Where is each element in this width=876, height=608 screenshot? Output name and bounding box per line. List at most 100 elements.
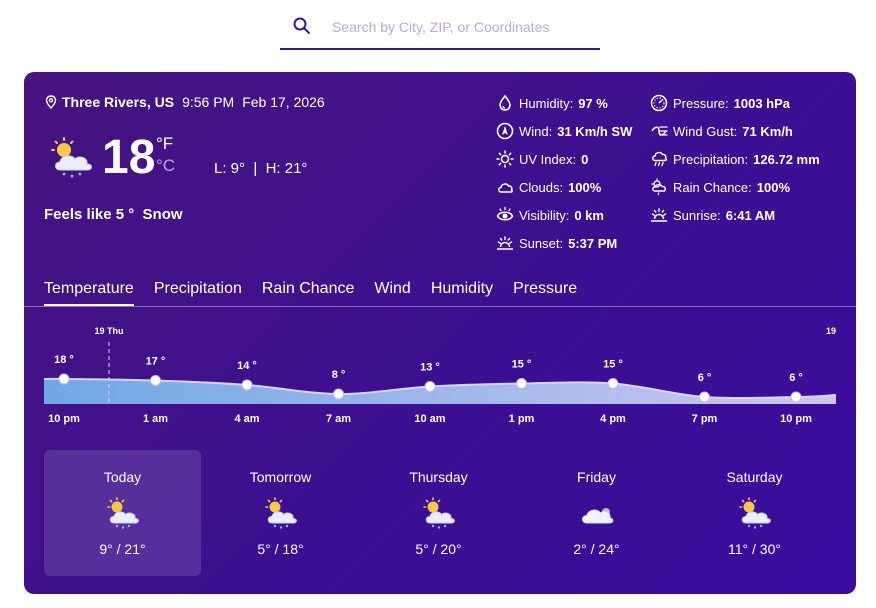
forecast-day-name: Friday xyxy=(577,469,616,485)
pressure-value: 1003 hPa xyxy=(733,95,791,111)
sunset-value: 5:37 PM xyxy=(568,235,618,251)
precip-row: Precipitation: 126.72 mm xyxy=(650,150,820,168)
forecast-day-name: Thursday xyxy=(409,469,468,485)
sunrise-label: Sunrise: xyxy=(673,207,721,223)
sunrise-icon xyxy=(651,208,667,222)
temperature-value-label: 6 ° xyxy=(698,372,712,384)
wind-label: Wind: xyxy=(519,123,553,139)
tab-temperature[interactable]: Temperature xyxy=(44,280,134,306)
feels-like: Feels like 5 ° Snow xyxy=(44,206,183,223)
visibility-label: Visibility: xyxy=(519,207,570,223)
forecast-day-today[interactable]: Today 9° / 21° xyxy=(44,450,201,576)
partly-cloudy-snow-icon xyxy=(265,497,297,529)
search-input[interactable] xyxy=(330,14,594,40)
uv-row: UV Index: 0 xyxy=(496,150,588,168)
rain-chance-label: Rain Chance: xyxy=(673,179,752,195)
temperature-point[interactable] xyxy=(241,379,253,391)
rain-cloud-icon xyxy=(652,151,667,167)
tab-divider xyxy=(24,306,856,307)
clouds-value: 100% xyxy=(568,179,602,195)
time-tick-label: 4 am xyxy=(234,413,259,425)
forecast-day-friday[interactable]: Friday 2° / 24° xyxy=(518,450,675,576)
sunrise-value: 6:41 AM xyxy=(725,207,776,223)
cloud-icon xyxy=(582,508,614,524)
temperature-value-label: 18 ° xyxy=(54,354,74,366)
rain-chance-row: Rain Chance: 100% xyxy=(650,178,790,196)
temperature-value-label: 6 ° xyxy=(789,372,803,384)
time-tick-label: 1 pm xyxy=(509,413,535,425)
tab-rain-chance[interactable]: Rain Chance xyxy=(262,280,355,306)
partly-cloudy-snow-icon xyxy=(423,497,455,529)
clouds-row: Clouds: 100% xyxy=(496,178,601,196)
tab-wind[interactable]: Wind xyxy=(374,280,410,306)
day-marker-label: 19 Thu xyxy=(94,326,123,336)
unit-celsius-toggle[interactable]: °C xyxy=(156,156,175,176)
temperature-point[interactable] xyxy=(333,388,344,400)
search-bar xyxy=(280,8,600,50)
forecast-temp-range: 2° / 24° xyxy=(573,541,620,557)
humidity-row: Humidity: 97 % xyxy=(496,94,608,112)
temperature-value-label: 17 ° xyxy=(146,356,166,368)
forecast-day-name: Today xyxy=(103,469,142,485)
forecast-temp-range: 11° / 30° xyxy=(728,541,781,557)
gust-value: 71 Km/h xyxy=(742,123,793,139)
temperature-value-label: 8 ° xyxy=(332,369,346,381)
unit-fahrenheit-toggle[interactable]: °F xyxy=(156,134,173,154)
temperature-value-label: 14 ° xyxy=(237,360,257,372)
rain-chance-value: 100% xyxy=(756,179,791,195)
gust-row: Wind Gust: 71 Km/h xyxy=(650,122,793,140)
temperature-point[interactable] xyxy=(58,373,70,385)
time-tick-label: 7 pm xyxy=(692,413,718,425)
uv-value: 0 xyxy=(581,151,589,167)
wind-gust-icon xyxy=(651,126,668,136)
wind-row: Wind: 31 Km/h SW xyxy=(496,122,632,140)
forecast-day-name: Saturday xyxy=(726,469,783,485)
forecast-day-name: Tomorrow xyxy=(249,469,312,485)
temperature-value-label: 13 ° xyxy=(420,362,440,374)
time-tick-label: 4 pm xyxy=(600,413,626,425)
tab-humidity[interactable]: Humidity xyxy=(431,280,493,306)
visibility-value: 0 km xyxy=(574,207,604,223)
forecast-day-saturday[interactable]: Saturday 11° / 30° xyxy=(676,450,833,576)
location-row: Three Rivers, US 9:56 PM Feb 17, 2026 xyxy=(44,94,333,110)
time-tick-label: 1 am xyxy=(143,413,168,425)
local-time: 9:56 PM xyxy=(182,94,235,110)
temperature-point[interactable] xyxy=(607,378,619,389)
time-tick-label: 10 am xyxy=(414,413,445,425)
tab-pressure[interactable]: Pressure xyxy=(513,280,577,306)
pressure-row: Pressure: 1003 hPa xyxy=(650,94,790,112)
time-tick-label: 10 pm xyxy=(780,413,812,425)
temperature-point[interactable] xyxy=(790,391,802,403)
temperature-chart: 19 Thu 19 18 ° 10 pm 17 ° 1 am 14 ° 4 am 8 ° 7 am… xyxy=(43,326,837,425)
forecast-temp-range: 5° / 18° xyxy=(257,541,304,557)
temperature-point[interactable] xyxy=(516,378,527,389)
sunset-row: Sunset: 5:37 PM xyxy=(496,234,617,252)
partly-cloudy-snow-icon xyxy=(51,137,92,178)
weather-card: Three Rivers, US 9:56 PM Feb 17, 2026 18… xyxy=(24,72,856,594)
day-marker-label: 19 xyxy=(826,326,836,336)
temperature-value-label: 15 ° xyxy=(603,359,623,371)
temperature-point[interactable] xyxy=(424,381,436,392)
clouds-label: Clouds: xyxy=(519,179,564,195)
eye-icon xyxy=(496,206,514,221)
compass-icon xyxy=(496,122,514,140)
forecast-day-tomorrow[interactable]: Tomorrow 5° / 18° xyxy=(202,450,359,576)
precip-label: Precipitation: xyxy=(673,151,749,167)
visibility-row: Visibility: 0 km xyxy=(496,206,604,224)
humidity-icon xyxy=(499,94,511,111)
time-tick-label: 7 am xyxy=(326,413,351,425)
temperature-point[interactable] xyxy=(150,375,161,386)
temperature-value-label: 15 ° xyxy=(512,359,532,371)
precip-value: 126.72 mm xyxy=(753,151,820,167)
low-high: L: 9° | H: 21° xyxy=(214,160,308,177)
temperature-point[interactable] xyxy=(699,391,710,403)
search-icon[interactable] xyxy=(292,16,312,36)
time-tick-label: 10 pm xyxy=(48,413,80,425)
forecast-day-thursday[interactable]: Thursday 5° / 20° xyxy=(360,450,517,576)
humidity-label: Humidity: xyxy=(519,95,574,111)
tab-precipitation[interactable]: Precipitation xyxy=(154,280,242,306)
temperature-area xyxy=(44,378,836,404)
current-temperature: 18 xyxy=(102,131,156,184)
cloud-icon xyxy=(498,183,513,193)
partly-cloudy-snow-icon xyxy=(107,497,139,529)
